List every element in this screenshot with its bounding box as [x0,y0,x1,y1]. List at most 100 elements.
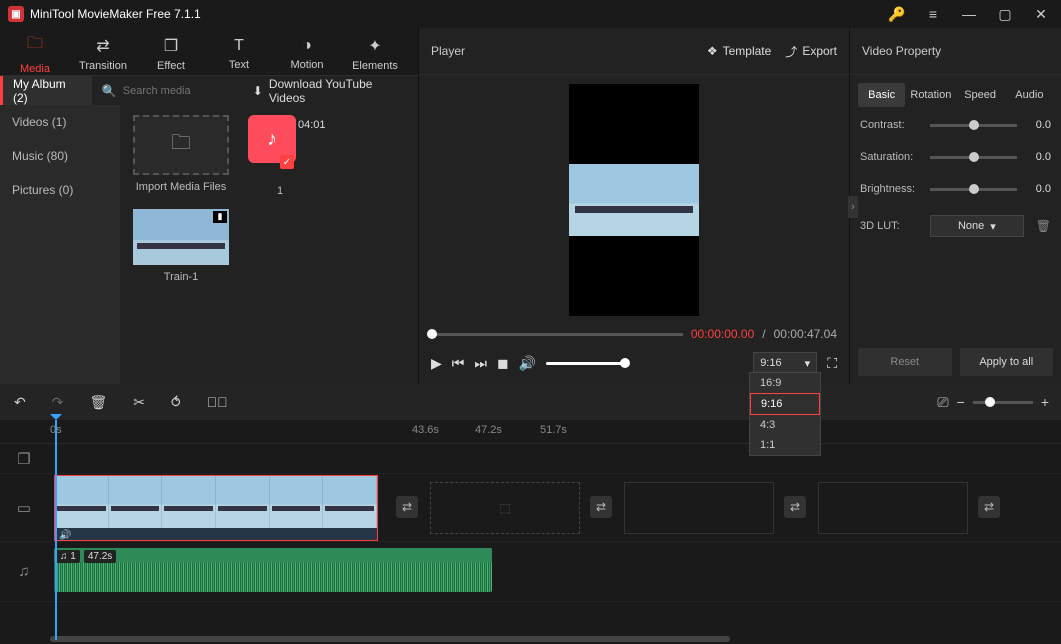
next-frame-button[interactable]: ⏭ [474,355,487,372]
prop-tab-basic[interactable]: Basic [858,83,905,107]
transition-slot[interactable]: ⇄ [590,496,612,518]
tab-text[interactable]: T Text [208,32,270,75]
transition-slot[interactable]: ⇄ [978,496,1000,518]
tab-elements-label: Elements [352,60,398,72]
time-current: 00:00:00.00 [691,327,754,341]
window-minimize[interactable]: — [957,6,981,22]
tab-effect[interactable]: ❐ Effect [140,32,202,75]
contrast-slider[interactable] [930,124,1017,127]
fullscreen-button[interactable]: ⛶ [827,355,837,372]
titlebar-actions: 🔑 ≡ — ▢ ✕ [885,6,1053,23]
audio-duration: 47.2s [84,550,116,563]
stop-button[interactable]: ◼ [497,355,509,372]
download-icon: ⬇ [253,84,263,98]
ratio-opt-16-9[interactable]: 16:9 [750,373,820,393]
video-clip[interactable]: 🔊 [54,475,378,541]
playhead[interactable] [55,420,57,640]
timeline-scrollbar[interactable] [0,634,1061,644]
transition-slot[interactable]: ⇄ [396,496,418,518]
brightness-slider[interactable] [930,188,1017,191]
track-head-video[interactable]: ▭ [0,499,48,517]
media-item-train[interactable]: ▮ Train-1 [126,209,236,283]
empty-slot[interactable]: ⬚ [430,482,580,534]
cat-pictures[interactable]: Pictures (0) [0,173,120,207]
prop-tab-audio[interactable]: Audio [1006,83,1053,107]
tab-motion[interactable]: ◑ Motion [276,32,338,75]
crop-button[interactable]: ✂⃞ [207,394,228,410]
media-item-music[interactable]: ♪ 04:01 ✓ 1 [242,115,312,197]
prev-frame-button[interactable]: ⏮ [452,355,465,372]
audio-clip[interactable]: ♫ 1 47.2s [54,548,492,592]
zoom-in-button[interactable]: + [1041,394,1049,410]
main-tabs: 🗀 Media ⇄ Transition ❐ Effect T Text ◑ M… [0,28,418,75]
motion-icon: ◑ [302,37,312,55]
delete-button[interactable]: 🗑 [89,394,107,411]
aspect-ratio-select[interactable]: 9:16 ▾ [753,352,817,374]
cat-music[interactable]: Music (80) [0,139,120,173]
download-youtube-link[interactable]: ⬇ Download YouTube Videos [243,77,418,105]
chevron-down-icon: ▾ [990,220,996,233]
window-close[interactable]: ✕ [1029,6,1053,23]
play-button[interactable]: ▶ [431,355,442,372]
media-count: 1 [277,185,283,197]
aspect-ratio-menu: 16:9 9:16 4:3 1:1 [749,372,821,456]
split-button[interactable]: ✂ [133,394,145,411]
expand-handle[interactable]: › [848,196,858,218]
ratio-opt-4-3[interactable]: 4:3 [750,415,820,435]
empty-slot[interactable] [624,482,774,534]
ratio-opt-1-1[interactable]: 1:1 [750,435,820,455]
reset-button[interactable]: Reset [858,348,952,376]
prop-tab-speed[interactable]: Speed [957,83,1004,107]
player-title: Player [431,44,465,58]
tab-media-label: Media [20,63,50,75]
video-icon: ▮ [213,211,227,223]
zoom-slider[interactable] [973,401,1033,404]
empty-slot[interactable] [818,482,968,534]
saturation-value: 0.0 [1025,151,1051,163]
lut-delete-icon[interactable]: 🗑 [1036,219,1051,233]
search-input[interactable] [123,85,243,97]
import-media-button[interactable]: 🗀 Import Media Files [126,115,236,197]
ruler-mark: 47.2s [475,424,502,436]
saturation-label: Saturation: [860,151,922,163]
ratio-opt-9-16[interactable]: 9:16 [750,393,820,415]
transition-slot[interactable]: ⇄ [784,496,806,518]
tab-elements[interactable]: ✦ Elements [344,32,406,75]
timeline-ruler[interactable]: 0s 43.6s 47.2s 51.7s [0,420,1061,444]
cat-videos[interactable]: Videos (1) [0,105,120,139]
tab-transition[interactable]: ⇄ Transition [72,32,134,75]
speed-button[interactable]: ⥀ [171,394,181,411]
media-duration: 04:01 [298,119,326,131]
search-icon: 🔍 [102,84,117,98]
media-grid: 🗀 Import Media Files ♪ 04:01 ✓ 1 ▮ Train… [120,105,418,384]
seek-slider[interactable] [431,333,683,336]
zoom-fit-button[interactable]: ⎚ [937,394,948,411]
window-maximize[interactable]: ▢ [993,6,1017,23]
volume-slider[interactable] [546,362,626,365]
redo-button[interactable]: ↷ [52,394,64,411]
tab-transition-label: Transition [79,60,127,72]
music-note-icon: ♪ [267,128,277,151]
ruler-mark: 43.6s [412,424,439,436]
export-icon: ⤴ [785,43,797,60]
template-button[interactable]: ❖ Template [707,44,771,58]
apply-all-button[interactable]: Apply to all [960,348,1054,376]
effect-icon: ❐ [164,36,178,56]
time-total: 00:00:47.04 [774,327,837,341]
folder-icon: 🗀 [27,32,43,59]
menu-icon[interactable]: ≡ [921,6,945,22]
track-head-overlay[interactable]: ❐ [0,450,48,468]
prop-tab-rotation[interactable]: Rotation [907,83,954,107]
undo-button[interactable]: ↶ [14,394,26,411]
volume-icon[interactable]: 🔊 [519,355,536,372]
upgrade-key-icon[interactable]: 🔑 [885,6,909,23]
contrast-value: 0.0 [1025,119,1051,131]
category-list: Videos (1) Music (80) Pictures (0) [0,105,120,384]
export-button[interactable]: ⤴ Export [785,43,837,60]
lut-select[interactable]: None ▾ [930,215,1024,237]
track-head-audio[interactable]: ♫ [0,563,48,580]
tab-media[interactable]: 🗀 Media [4,32,66,75]
saturation-slider[interactable] [930,156,1017,159]
zoom-out-button[interactable]: − [957,394,965,410]
sub-tab-myalbum[interactable]: My Album (2) [0,76,92,105]
